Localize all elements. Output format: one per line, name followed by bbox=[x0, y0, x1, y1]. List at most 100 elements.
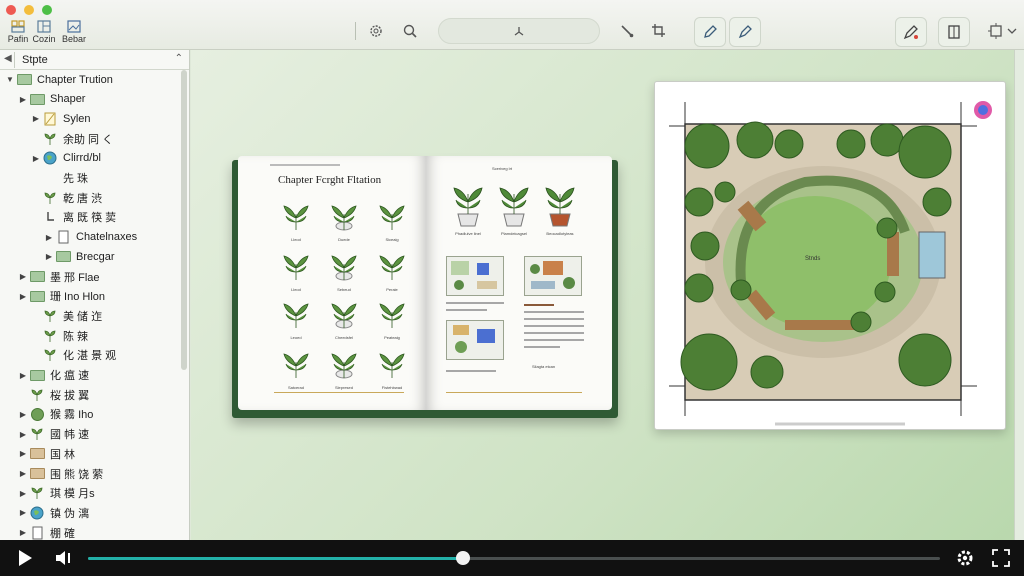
fullscreen-icon[interactable] bbox=[990, 548, 1012, 568]
frame-tool-button[interactable] bbox=[938, 17, 970, 47]
plant-caption: Beocadlotyleas bbox=[546, 231, 574, 236]
plant-illustration: Cheedsfel bbox=[324, 298, 364, 340]
sidebar-tree-item[interactable]: 化 湛 景 观 bbox=[30, 346, 116, 365]
disclosure-closed-icon[interactable]: ▶ bbox=[17, 528, 29, 537]
zoom-icon[interactable] bbox=[399, 20, 421, 42]
sidebar-tree-item[interactable]: 乾 唐 渋 bbox=[30, 188, 102, 207]
disclosure-closed-icon[interactable]: ▶ bbox=[30, 114, 42, 123]
sidebar-tree-item[interactable]: ▶ Clirrd/bl bbox=[30, 149, 101, 168]
settings-cog-icon[interactable] bbox=[365, 20, 387, 42]
disclosure-closed-icon[interactable]: ▶ bbox=[17, 272, 29, 281]
plant-illustration: Fistehbwad bbox=[372, 348, 412, 390]
pen-tool-icon bbox=[514, 27, 524, 36]
footer-rule bbox=[446, 392, 582, 393]
footer-rule bbox=[274, 392, 404, 393]
disclosure-closed-icon[interactable]: ▶ bbox=[43, 252, 55, 261]
chevron-up-icon[interactable]: ⌃ bbox=[175, 53, 183, 64]
plant-icon bbox=[29, 427, 45, 441]
sidebar-header: ◀ Stpte ⌃ bbox=[0, 50, 189, 70]
settings-icon[interactable] bbox=[954, 548, 976, 568]
disclosure-open-icon[interactable]: ▼ bbox=[4, 75, 16, 84]
play-icon[interactable] bbox=[14, 548, 36, 568]
sidebar-item-label: Brecgar bbox=[76, 250, 115, 263]
sidebar-tree-item[interactable]: ▶ Shaper bbox=[17, 90, 86, 109]
sidebar-tree-item[interactable]: ▶ 琪 模 月s bbox=[17, 484, 95, 503]
sidebar-tree-item[interactable]: ▶ 珊 Ino Hlon bbox=[17, 287, 105, 306]
sidebar-item-label: 镇 伪 漓 bbox=[50, 507, 90, 520]
brush-icon[interactable] bbox=[616, 20, 638, 42]
globe-icon bbox=[42, 151, 58, 165]
sidebar-tree-item[interactable]: ▶ 國 帏 速 bbox=[17, 425, 89, 444]
plant-caption: Peraie bbox=[386, 287, 398, 292]
video-progress-handle[interactable] bbox=[455, 551, 470, 565]
sidebar-tree-item[interactable]: ▼ Chapter Trution bbox=[4, 70, 113, 89]
sidebar-header-divider bbox=[14, 52, 15, 68]
sidebar-item-label: 离 既 筷 荬 bbox=[63, 212, 117, 225]
zoom-window-button[interactable] bbox=[42, 5, 52, 15]
sidebar-tree-item[interactable]: 陈 辣 bbox=[30, 326, 88, 345]
sidebar-tree-item[interactable]: 美 储 迮 bbox=[30, 306, 102, 325]
minimize-window-button[interactable] bbox=[24, 5, 34, 15]
toolbar-divider bbox=[355, 22, 356, 40]
body-text-lines bbox=[524, 304, 584, 353]
search-field[interactable] bbox=[438, 18, 600, 44]
plant-caption: Siceaig bbox=[385, 237, 399, 242]
sidebar-tree-item[interactable]: ▶ 猴 霧 Iho bbox=[17, 405, 93, 424]
blank-icon bbox=[42, 171, 58, 185]
video-progress-track[interactable] bbox=[88, 551, 940, 565]
disclosure-closed-icon[interactable]: ▶ bbox=[17, 508, 29, 517]
folder-icon bbox=[29, 467, 45, 481]
sidebar-tree-item[interactable]: ▶ 镇 伪 漓 bbox=[17, 503, 89, 522]
sidebar-item-label: 珊 Ino Hlon bbox=[50, 291, 106, 304]
disclosure-closed-icon[interactable]: ▶ bbox=[17, 469, 29, 478]
plant-caption: Satcerad bbox=[287, 385, 304, 390]
sidebar-item-label: 化 瘟 速 bbox=[50, 370, 90, 382]
sidebar-tree-item[interactable]: 先 珠 bbox=[30, 169, 88, 188]
chevron-left-icon[interactable]: ◀ bbox=[4, 53, 12, 64]
crop-icon[interactable] bbox=[648, 20, 670, 42]
sidebar-scrollbar[interactable] bbox=[181, 70, 187, 370]
disclosure-closed-icon[interactable]: ▶ bbox=[17, 292, 29, 301]
disclosure-closed-icon[interactable]: ▶ bbox=[17, 449, 29, 458]
sidebar-tree-item[interactable]: ▶ Brecgar bbox=[43, 247, 115, 266]
disclosure-closed-icon[interactable]: ▶ bbox=[17, 371, 29, 380]
sidebar-item-label: 国 林 bbox=[50, 448, 76, 461]
sidebar-tree-item[interactable]: ▶ 棚 確 bbox=[17, 523, 75, 540]
pen-tool-button[interactable] bbox=[729, 17, 761, 47]
toolbar-file-cozin[interactable]: Cozin bbox=[30, 20, 58, 44]
sidebar-tree-item[interactable]: ▶ 墨 邢 Flae bbox=[17, 267, 100, 286]
sidebar-tree-item[interactable]: 桜 拔 翼 bbox=[17, 385, 89, 404]
plant-caption: Phadlulve linel bbox=[455, 231, 481, 236]
toolbar-file-label: Cozin bbox=[32, 34, 56, 44]
disclosure-closed-icon[interactable]: ▶ bbox=[17, 95, 29, 104]
plant-caption: Lleod bbox=[291, 287, 301, 292]
disclosure-closed-icon[interactable]: ▶ bbox=[30, 154, 42, 163]
sidebar-tree-item[interactable]: ▶ Chatelnaxes bbox=[43, 228, 137, 247]
sidebar-tree-item[interactable]: ▶ 化 瘟 速 bbox=[17, 366, 89, 385]
sidebar-tree-item[interactable]: 离 既 筷 荬 bbox=[30, 208, 116, 227]
right-panel-edge bbox=[1014, 50, 1024, 540]
video-controls bbox=[0, 540, 1024, 576]
pencil-tool-button[interactable] bbox=[694, 17, 726, 47]
sidebar-tree-item[interactable]: ▶ 围 熊 饶 萦 bbox=[17, 464, 103, 483]
page-icon bbox=[55, 230, 71, 244]
sidebar-tree-item[interactable]: 余助 同 く bbox=[30, 129, 113, 148]
book-title: Chapter Fcrght Fltation bbox=[278, 174, 382, 186]
disclosure-closed-icon[interactable]: ▶ bbox=[17, 430, 29, 439]
volume-icon[interactable] bbox=[52, 548, 74, 568]
sidebar-tree-item[interactable]: ▶ 国 林 bbox=[17, 444, 75, 463]
disclosure-closed-icon[interactable]: ▶ bbox=[17, 410, 29, 419]
disclosure-closed-icon[interactable]: ▶ bbox=[17, 489, 29, 498]
chevron-down-icon[interactable] bbox=[1004, 20, 1020, 42]
toolbar-file-pafin[interactable]: Pafin bbox=[4, 20, 32, 44]
disclosure-closed-icon[interactable]: ▶ bbox=[43, 233, 55, 242]
edit-tool-button[interactable] bbox=[895, 17, 927, 47]
garden-plan-drawing: Stnds bbox=[669, 101, 1008, 426]
toolbar-file-bebar[interactable]: Bebar bbox=[60, 20, 88, 44]
sidebar-tree-item[interactable]: ▶ Sylen bbox=[30, 109, 91, 128]
close-window-button[interactable] bbox=[6, 5, 16, 15]
circle-icon bbox=[29, 407, 45, 421]
sidebar-item-label: Chapter Trution bbox=[37, 73, 113, 86]
hook-icon bbox=[42, 210, 58, 224]
sidebar-item-label: 國 帏 速 bbox=[50, 429, 90, 442]
